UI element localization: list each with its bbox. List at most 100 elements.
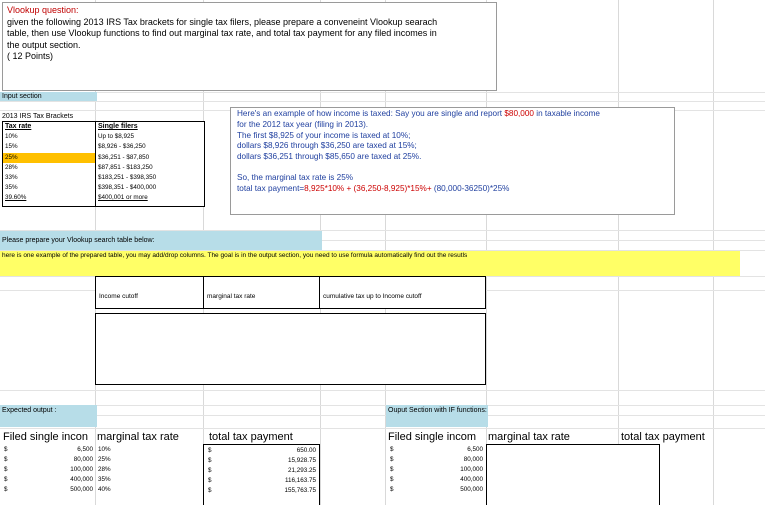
dollar-sign: $: [390, 446, 394, 453]
input-section-label[interactable]: Input section: [0, 92, 97, 101]
grid-row-line: [0, 101, 765, 102]
single-filer-range[interactable]: Up to $8,925: [96, 132, 204, 142]
expected-income-cell[interactable]: 80,000: [74, 455, 93, 465]
expected-income-cell[interactable]: 6,500: [77, 445, 93, 455]
example-formula-part: 8,925*10% + (36,250-8,925)*15%+: [304, 183, 432, 193]
single-filer-range[interactable]: $36,251 - $87,850: [96, 153, 204, 163]
question-line: given the following 2013 IRS Tax bracket…: [7, 16, 438, 27]
example-line: The first $8,925 of your income is taxed…: [237, 130, 411, 140]
lookup-header-income-cutoff[interactable]: Income cutoff: [99, 293, 138, 302]
tax-rate-cell[interactable]: 10%: [3, 132, 95, 142]
tax-brackets-table: Tax rate 10% 15% 25% 28% 33% 35% 39.60% …: [2, 121, 205, 207]
expected-rate-column: 10% 25% 28% 35% 40%: [96, 445, 196, 505]
single-filer-range[interactable]: $400,001 or more: [96, 193, 204, 203]
question-line: ( 12 Points): [7, 51, 54, 61]
dollar-sign: $: [4, 476, 8, 483]
if-income-cell[interactable]: 6,500: [467, 445, 483, 455]
dollar-sign: $: [4, 486, 8, 493]
grid-row-line: [0, 92, 765, 93]
tax-rate-cell[interactable]: 39.60%: [3, 193, 95, 203]
example-line: total tax payment=8,925*10% + (36,250-8,…: [237, 183, 510, 193]
expected-header-total[interactable]: total tax payment: [209, 431, 293, 444]
if-income-cell[interactable]: 80,000: [464, 455, 483, 465]
if-header-rate[interactable]: marginal tax rate: [488, 431, 570, 444]
single-filer-range[interactable]: $398,351 - $400,000: [96, 183, 204, 193]
single-filers-column: Single filers Up to $8,925 $8,926 - $36,…: [95, 122, 204, 206]
example-income-amount: $80,000: [504, 109, 534, 118]
if-header-income[interactable]: Filed single incom: [388, 431, 484, 444]
tax-rate-cell[interactable]: 15%: [3, 142, 95, 152]
tax-rate-header[interactable]: Tax rate: [3, 122, 95, 132]
dollar-sign: $: [208, 467, 212, 474]
expected-header-income[interactable]: Filed single incon: [3, 431, 95, 444]
dollar-sign: $: [390, 476, 394, 483]
question-line: table, then use Vlookup functions to fin…: [7, 28, 437, 38]
if-income-cell[interactable]: 100,000: [460, 465, 483, 475]
expected-rate-cell[interactable]: 40%: [98, 485, 111, 495]
expected-income-cell[interactable]: 500,000: [70, 485, 93, 495]
lookup-table-body-box[interactable]: [95, 313, 486, 385]
example-line: dollars $8,926 through $36,250 are taxed…: [237, 141, 417, 151]
expected-rate-cell[interactable]: 10%: [98, 445, 111, 455]
expected-total-cell[interactable]: 21,293.25: [288, 466, 316, 476]
lookup-table-header-box: Income cutoff marginal tax rate cumulati…: [95, 276, 486, 309]
expected-rate-cell[interactable]: 25%: [98, 455, 111, 465]
if-income-column: $ 6,500 $ 80,000 $ 100,000 $ 400,000 $ 5…: [386, 445, 486, 505]
expected-total-cell[interactable]: 155,763.75: [284, 486, 316, 496]
expected-total-cell[interactable]: 650.00: [297, 446, 316, 456]
tax-rate-cell[interactable]: 35%: [3, 183, 95, 193]
dollar-sign: $: [208, 477, 212, 484]
example-line: dollars $36,251 through $85,650 are taxe…: [237, 152, 422, 162]
expected-output-label[interactable]: Expected output :: [0, 405, 97, 427]
single-filer-range[interactable]: $8,926 - $36,250: [96, 142, 204, 152]
prepare-table-note[interactable]: here is one example of the prepared tabl…: [0, 251, 740, 276]
question-line: the output section.: [7, 39, 81, 50]
dollar-sign: $: [390, 456, 394, 463]
tax-rate-cell[interactable]: 28%: [3, 163, 95, 173]
if-header-total[interactable]: total tax payment: [621, 431, 705, 444]
dollar-sign: $: [4, 446, 8, 453]
expected-rate-cell[interactable]: 35%: [98, 475, 111, 485]
brackets-title: 2013 IRS Tax Brackets: [2, 113, 74, 120]
lookup-header-cumulative-tax[interactable]: cumulative tax up to Income cutoff: [323, 293, 422, 302]
dollar-sign: $: [208, 457, 212, 464]
question-title: Vlookup question:: [7, 5, 79, 15]
expected-income-column: $ 6,500 $ 80,000 $ 100,000 $ 400,000 $ 5…: [0, 445, 95, 505]
question-text-box[interactable]: Vlookup question: given the following 20…: [2, 2, 497, 91]
dollar-sign: $: [390, 486, 394, 493]
dollar-sign: $: [4, 466, 8, 473]
single-filer-range[interactable]: $87,851 - $183,250: [96, 163, 204, 173]
expected-header-rate[interactable]: marginal tax rate: [97, 431, 179, 444]
tax-rate-cell-highlighted[interactable]: 25%: [3, 152, 95, 163]
dollar-sign: $: [208, 447, 212, 454]
expected-total-cell[interactable]: 15,928.75: [288, 456, 316, 466]
grid-row-line: [0, 428, 765, 429]
if-income-cell[interactable]: 500,000: [460, 485, 483, 495]
tax-rate-cell[interactable]: 33%: [3, 173, 95, 183]
grid-row-line: [0, 405, 765, 406]
lookup-col-divider: [319, 277, 320, 308]
expected-rate-cell[interactable]: 28%: [98, 465, 111, 475]
if-income-cell[interactable]: 400,000: [460, 475, 483, 485]
single-filers-header[interactable]: Single filers: [96, 122, 204, 132]
dollar-sign: $: [208, 487, 212, 494]
expected-total-cell[interactable]: 116,163.75: [285, 476, 316, 486]
dollar-sign: $: [4, 456, 8, 463]
single-filer-range[interactable]: $183,251 - $398,350: [96, 173, 204, 183]
example-line: for the 2012 tax year (filing in 2013).: [237, 119, 369, 129]
expected-total-box: $ 650.00 $ 15,928.75 $ 21,293.25 $ 116,1…: [203, 444, 320, 505]
example-line: Here's an example of how income is taxed…: [237, 109, 600, 118]
if-output-box[interactable]: [486, 444, 660, 505]
grid-row-line: [0, 415, 765, 416]
tax-rate-column: Tax rate 10% 15% 25% 28% 33% 35% 39.60%: [3, 122, 95, 204]
lookup-col-divider: [203, 277, 204, 308]
output-if-label[interactable]: Ouput Section with IF functions:: [386, 405, 488, 427]
example-text-box[interactable]: Here's an example of how income is taxed…: [230, 107, 675, 215]
expected-income-cell[interactable]: 400,000: [70, 475, 93, 485]
grid-row-line: [0, 390, 765, 391]
prepare-table-label[interactable]: Please prepare your Vlookup search table…: [0, 231, 322, 250]
dollar-sign: $: [390, 466, 394, 473]
lookup-header-marginal-rate[interactable]: marginal tax rate: [207, 293, 255, 302]
example-line: So, the marginal tax rate is 25%: [237, 172, 354, 182]
expected-income-cell[interactable]: 100,000: [70, 465, 93, 475]
